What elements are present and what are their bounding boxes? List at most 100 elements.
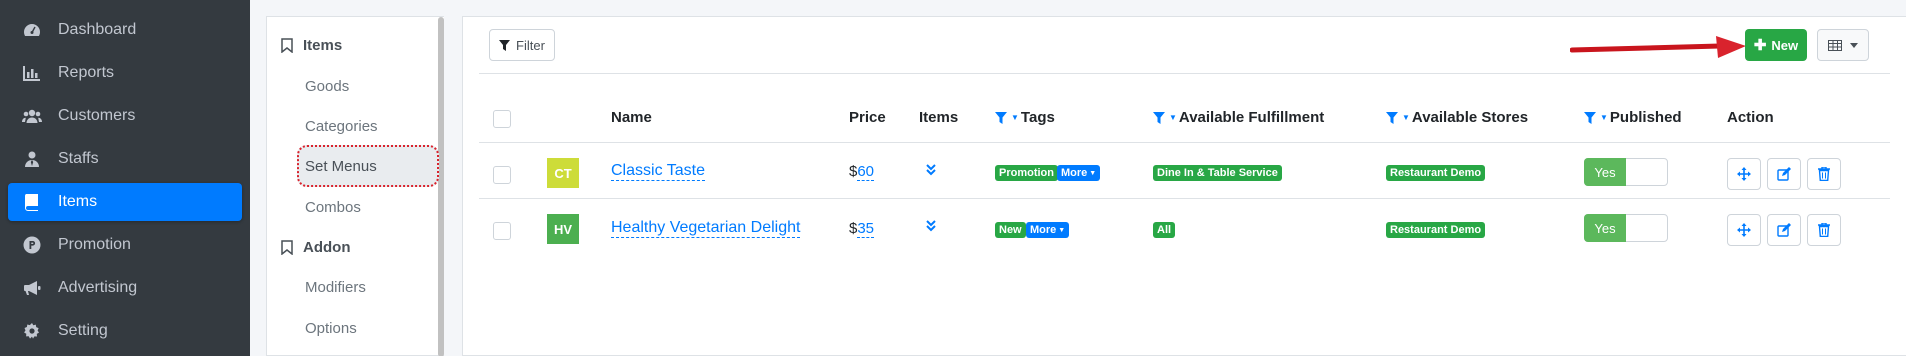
caret-down-icon: ▼ bbox=[1169, 113, 1177, 122]
column-header-tags[interactable]: ▼ Tags bbox=[995, 109, 1055, 126]
item-name-link[interactable]: Healthy Vegetarian Delight bbox=[611, 219, 801, 238]
filter-button[interactable]: Filter bbox=[489, 29, 555, 61]
nav-reports-label: Reports bbox=[58, 64, 115, 81]
column-header-price[interactable]: Price bbox=[849, 109, 886, 126]
table-icon bbox=[1828, 39, 1842, 51]
store-badge: Restaurant Demo bbox=[1386, 165, 1486, 181]
filter-icon[interactable] bbox=[1153, 111, 1165, 124]
row-checkbox[interactable] bbox=[493, 222, 511, 240]
filter-icon[interactable] bbox=[1386, 111, 1398, 124]
table-row-divider bbox=[479, 198, 1890, 199]
nav-reports[interactable]: Reports bbox=[8, 54, 242, 92]
published-toggle[interactable]: Yes bbox=[1584, 158, 1668, 186]
nav-customers[interactable]: Customers bbox=[8, 97, 242, 135]
user-tie-icon bbox=[20, 150, 44, 168]
gear-icon bbox=[20, 322, 44, 340]
table-header-divider bbox=[479, 142, 1890, 143]
fulfillment-badge: Dine In & Table Service bbox=[1153, 165, 1282, 181]
submenu-link-categories[interactable]: Categories bbox=[305, 118, 378, 135]
move-button[interactable] bbox=[1727, 214, 1761, 246]
fulfillment-badge: All bbox=[1153, 222, 1176, 238]
nav-advertising-label: Advertising bbox=[58, 279, 138, 296]
column-header-stores[interactable]: ▼ Available Stores bbox=[1386, 109, 1528, 126]
filter-icon bbox=[499, 39, 511, 51]
red-arrow-annotation bbox=[1570, 36, 1746, 58]
nav-staffs[interactable]: Staffs bbox=[8, 140, 242, 178]
nav-setting-label: Setting bbox=[58, 322, 108, 339]
nav-customers-label: Customers bbox=[58, 107, 136, 124]
column-header-items: Items bbox=[919, 109, 959, 126]
move-button[interactable] bbox=[1727, 158, 1761, 190]
submenu-link-options[interactable]: Options bbox=[305, 320, 357, 337]
nav-staffs-label: Staffs bbox=[58, 150, 99, 167]
arrows-move-icon bbox=[1737, 223, 1751, 237]
new-button[interactable]: ✚ New bbox=[1745, 29, 1807, 61]
nav-setting[interactable]: Setting bbox=[8, 312, 242, 350]
filter-icon[interactable] bbox=[1584, 111, 1596, 124]
nav-promotion-label: Promotion bbox=[58, 236, 131, 253]
submenu-link-set-menus[interactable]: Set Menus bbox=[305, 158, 377, 175]
bookmark-icon bbox=[281, 38, 293, 53]
toolbar-divider bbox=[479, 73, 1890, 74]
tag-badge: Promotion bbox=[995, 165, 1058, 181]
filter-icon[interactable] bbox=[995, 111, 1007, 124]
row-checkbox[interactable] bbox=[493, 166, 511, 184]
tag-badge: New bbox=[995, 222, 1026, 238]
store-badge: Restaurant Demo bbox=[1386, 222, 1486, 238]
column-header-action: Action bbox=[1727, 109, 1774, 126]
set-menus-card: Filter ✚ New Name Price Items ▼ Tags ▼ A… bbox=[462, 16, 1906, 356]
caret-down-icon: ▼ bbox=[1089, 169, 1097, 177]
bar-chart-icon bbox=[20, 64, 44, 82]
column-header-fulfillment[interactable]: ▼ Available Fulfillment bbox=[1153, 109, 1324, 126]
arrows-move-icon bbox=[1737, 167, 1751, 181]
item-name-link[interactable]: Classic Taste bbox=[611, 162, 705, 181]
edit-button[interactable] bbox=[1767, 214, 1801, 246]
submenu-link-goods[interactable]: Goods bbox=[305, 78, 349, 95]
caret-down-icon bbox=[1850, 42, 1858, 48]
item-avatar: CT bbox=[547, 158, 579, 188]
item-price[interactable]: $35 bbox=[849, 220, 875, 238]
trash-icon bbox=[1818, 167, 1830, 181]
nav-dashboard[interactable]: Dashboard bbox=[8, 11, 242, 49]
app-root: Dashboard Reports Customers Staffs Items bbox=[0, 0, 1906, 356]
caret-down-icon: ▼ bbox=[1058, 226, 1066, 234]
select-all-checkbox[interactable] bbox=[493, 110, 511, 128]
edit-button[interactable] bbox=[1767, 158, 1801, 190]
submenu-link-modifiers[interactable]: Modifiers bbox=[305, 279, 366, 296]
caret-down-icon: ▼ bbox=[1600, 113, 1608, 122]
plus-icon: ✚ bbox=[1753, 37, 1767, 54]
bookmark-icon bbox=[281, 240, 293, 255]
main-sidebar: Dashboard Reports Customers Staffs Items bbox=[0, 0, 250, 356]
nav-items[interactable]: Items bbox=[8, 183, 242, 221]
delete-button[interactable] bbox=[1807, 158, 1841, 190]
nav-items-label: Items bbox=[58, 193, 98, 210]
more-tags-dropdown[interactable]: More ▼ bbox=[1026, 222, 1070, 238]
column-view-dropdown[interactable] bbox=[1817, 29, 1869, 61]
double-chevron-down-icon[interactable] bbox=[924, 163, 938, 177]
published-toggle[interactable]: Yes bbox=[1584, 214, 1668, 242]
dashboard-icon bbox=[20, 21, 44, 39]
column-header-name[interactable]: Name bbox=[611, 109, 652, 126]
column-header-published[interactable]: ▼ Published bbox=[1584, 109, 1682, 126]
edit-icon bbox=[1777, 167, 1791, 181]
caret-down-icon: ▼ bbox=[1402, 113, 1410, 122]
nav-advertising[interactable]: Advertising bbox=[8, 269, 242, 307]
trash-icon bbox=[1818, 223, 1830, 237]
submenu-link-combos[interactable]: Combos bbox=[305, 199, 361, 216]
nav-dashboard-label: Dashboard bbox=[58, 21, 137, 38]
item-price[interactable]: $60 bbox=[849, 163, 875, 181]
users-icon bbox=[20, 107, 44, 125]
item-avatar: HV bbox=[547, 214, 579, 244]
items-submenu: Items Goods Categories Set Menus Combos … bbox=[266, 16, 444, 356]
book-icon bbox=[20, 193, 44, 211]
product-hunt-icon bbox=[20, 236, 44, 254]
submenu-addon-heading: Addon bbox=[281, 239, 350, 256]
submenu-scrollbar[interactable] bbox=[438, 17, 444, 356]
nav-promotion[interactable]: Promotion bbox=[8, 226, 242, 264]
delete-button[interactable] bbox=[1807, 214, 1841, 246]
double-chevron-down-icon[interactable] bbox=[924, 219, 938, 233]
edit-icon bbox=[1777, 223, 1791, 237]
caret-down-icon: ▼ bbox=[1011, 113, 1019, 122]
more-tags-dropdown[interactable]: More ▼ bbox=[1057, 165, 1101, 181]
bullhorn-icon bbox=[20, 279, 44, 297]
